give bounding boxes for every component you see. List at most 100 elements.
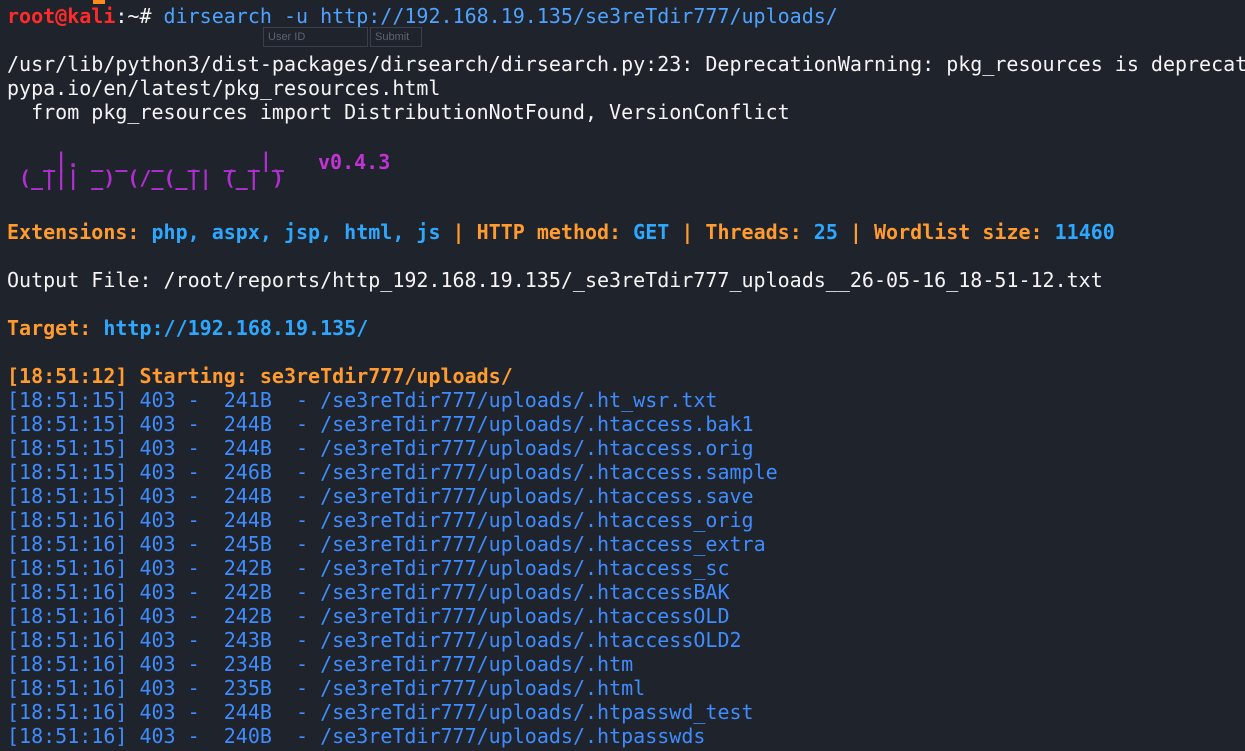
result-row: [18:51:16] 403 - 245B - /se3reTdir777/up…: [7, 532, 766, 556]
command-text: dirsearch -u http://192.168.19.135/se3re…: [163, 4, 838, 28]
result-time: [18:51:16]: [7, 724, 128, 748]
result-time: [18:51:15]: [7, 388, 128, 412]
submit-button[interactable]: Submit: [370, 27, 422, 47]
result-row: [18:51:16] 403 - 240B - /se3reTdir777/up…: [7, 724, 706, 748]
prompt-path: :~#: [115, 4, 164, 28]
target-line: Target: http://192.168.19.135/: [7, 316, 1245, 340]
result-time: [18:51:15]: [7, 412, 128, 436]
starting-line: [18:51:12] Starting: se3reTdir777/upload…: [7, 364, 1245, 388]
result-row: [18:51:16] 403 - 242B - /se3reTdir777/up…: [7, 556, 730, 580]
warning-line-3: from pkg_resources import DistributionNo…: [7, 100, 790, 124]
warning-line-2: pypa.io/en/latest/pkg_resources.html: [7, 76, 441, 100]
result-row: [18:51:16] 403 - 244B - /se3reTdir777/up…: [7, 508, 754, 532]
result-path: /se3reTdir777/uploads/.htaccess_sc: [320, 556, 730, 580]
result-path: /se3reTdir777/uploads/.htaccess.orig: [320, 436, 754, 460]
result-status: 403: [139, 508, 176, 532]
result-row: [18:51:15] 403 - 244B - /se3reTdir777/up…: [7, 436, 754, 460]
wordlist-value: 11460: [1054, 220, 1115, 244]
result-status: 403: [139, 700, 176, 724]
result-row: [18:51:16] 403 - 234B - /se3reTdir777/up…: [7, 652, 634, 676]
result-row: [18:51:15] 403 - 246B - /se3reTdir777/up…: [7, 460, 778, 484]
extensions-label: Extensions:: [7, 220, 140, 244]
result-time: [18:51:15]: [7, 484, 128, 508]
output-file-line: Output File: /root/reports/http_192.168.…: [7, 268, 1103, 292]
result-time: [18:51:16]: [7, 508, 128, 532]
separator: |: [440, 220, 477, 244]
result-row: [18:51:16] 403 - 242B - /se3reTdir777/up…: [7, 580, 730, 604]
result-path: /se3reTdir777/uploads/.htaccess.sample: [320, 460, 778, 484]
result-status: 403: [139, 604, 176, 628]
result-size: 235B: [223, 676, 272, 700]
result-status: 403: [139, 556, 176, 580]
result-size: 244B: [223, 412, 272, 436]
result-row: [18:51:15] 403 - 241B - /se3reTdir777/up…: [7, 388, 718, 412]
result-time: [18:51:16]: [7, 556, 128, 580]
result-time: [18:51:16]: [7, 628, 128, 652]
result-path: /se3reTdir777/uploads/.htaccessOLD: [320, 604, 730, 628]
result-size: 243B: [223, 628, 272, 652]
result-size: 234B: [223, 652, 272, 676]
result-size: 240B: [223, 724, 272, 748]
user-id-input[interactable]: User ID: [263, 27, 368, 47]
results-list: [18:51:15] 403 - 241B - /se3reTdir777/up…: [7, 388, 1245, 748]
result-status: 403: [139, 724, 176, 748]
result-path: /se3reTdir777/uploads/.htaccess_orig: [320, 508, 754, 532]
result-row: [18:51:16] 403 - 243B - /se3reTdir777/up…: [7, 628, 742, 652]
result-row: [18:51:16] 403 - 242B - /se3reTdir777/up…: [7, 604, 730, 628]
result-status: 403: [139, 628, 176, 652]
result-row: [18:51:16] 403 - 244B - /se3reTdir777/up…: [7, 700, 754, 724]
config-line: Extensions: php, aspx, jsp, html, js | H…: [7, 220, 1245, 244]
result-size: 242B: [223, 604, 272, 628]
target-url: http://192.168.19.135/: [103, 316, 369, 340]
result-path: /se3reTdir777/uploads/.htm: [320, 652, 634, 676]
result-status: 403: [139, 412, 176, 436]
result-status: 403: [139, 580, 176, 604]
warning-line-1: /usr/lib/python3/dist-packages/dirsearch…: [7, 52, 1245, 76]
result-path: /se3reTdir777/uploads/.htaccess_extra: [320, 532, 766, 556]
result-time: [18:51:16]: [7, 676, 128, 700]
wordlist-label: Wordlist size:: [874, 220, 1043, 244]
result-path: /se3reTdir777/uploads/.htpasswds: [320, 724, 706, 748]
extensions-value: php, aspx, jsp, html, js: [151, 220, 441, 244]
start-time: [18:51:12]: [7, 364, 128, 388]
result-time: [18:51:16]: [7, 700, 128, 724]
separator: |: [669, 220, 706, 244]
result-time: [18:51:15]: [7, 436, 128, 460]
result-row: [18:51:15] 403 - 244B - /se3reTdir777/up…: [7, 412, 754, 436]
result-time: [18:51:16]: [7, 604, 128, 628]
result-size: 246B: [223, 460, 272, 484]
result-size: 244B: [223, 484, 272, 508]
separator: |: [837, 220, 874, 244]
result-size: 244B: [223, 508, 272, 532]
command-line: root@kali:~# dirsearch -u http://192.168…: [7, 4, 1245, 28]
result-time: [18:51:16]: [7, 580, 128, 604]
result-size: 244B: [223, 436, 272, 460]
result-path: /se3reTdir777/uploads/.htpasswd_test: [320, 700, 754, 724]
threads-label: Threads:: [705, 220, 802, 244]
result-status: 403: [139, 436, 176, 460]
method-value: GET: [633, 220, 670, 244]
target-label: Target:: [7, 316, 92, 340]
result-path: /se3reTdir777/uploads/.htaccess.bak1: [320, 412, 754, 436]
result-path: /se3reTdir777/uploads/.htaccessBAK: [320, 580, 730, 604]
dirsearch-banner: _|. _ _ _ _ _ _|_ (_||| _) (/_(_|| (_| )…: [7, 148, 1245, 196]
result-path: /se3reTdir777/uploads/.html: [320, 676, 646, 700]
result-size: 242B: [223, 556, 272, 580]
result-time: [18:51:15]: [7, 460, 128, 484]
threads-value: 25: [813, 220, 838, 244]
result-row: [18:51:15] 403 - 244B - /se3reTdir777/up…: [7, 484, 754, 508]
result-path: /se3reTdir777/uploads/.htaccessOLD2: [320, 628, 742, 652]
result-time: [18:51:16]: [7, 532, 128, 556]
terminal-window[interactable]: root@kali:~# dirsearch -u http://192.168…: [0, 0, 1245, 751]
result-status: 403: [139, 652, 176, 676]
prompt-user-host: root@kali: [7, 4, 116, 28]
result-size: 244B: [223, 700, 272, 724]
result-path: /se3reTdir777/uploads/.ht_wsr.txt: [320, 388, 718, 412]
result-size: 241B: [223, 388, 272, 412]
banner-version: v0.4.3: [318, 150, 391, 174]
cursor-marker: [93, 0, 105, 4]
